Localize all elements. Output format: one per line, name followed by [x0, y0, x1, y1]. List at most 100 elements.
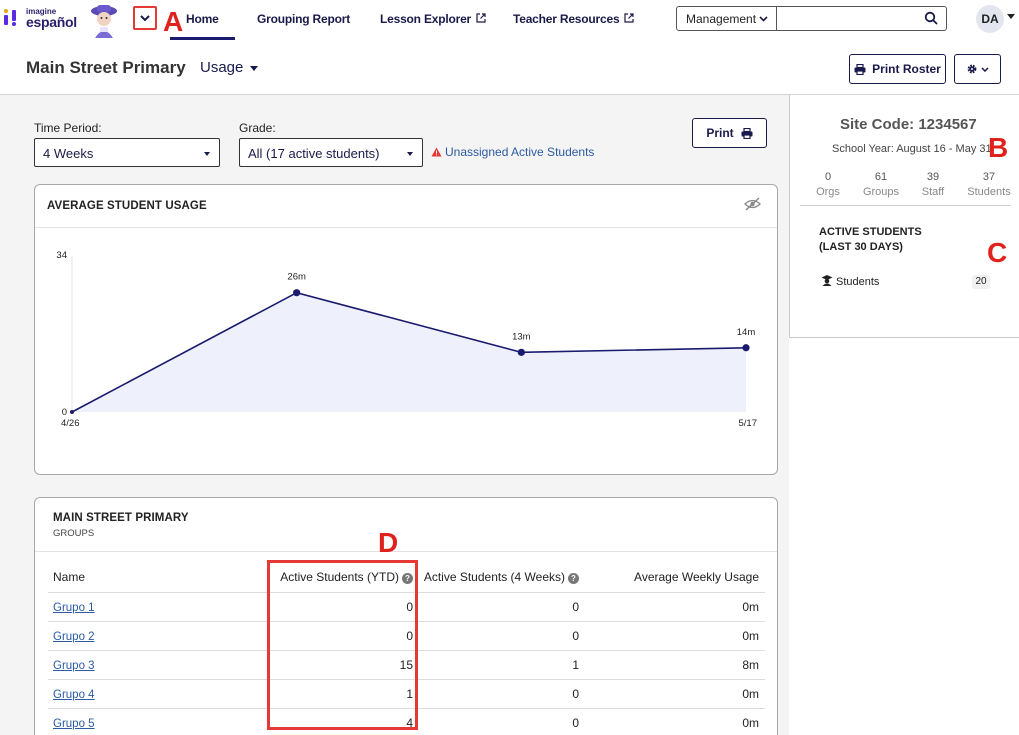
view-select[interactable]: Usage	[200, 59, 259, 76]
caret-down-icon	[407, 152, 413, 156]
nav-home[interactable]: Home	[186, 12, 219, 26]
page-title: Main Street Primary	[26, 58, 186, 77]
avg-usage-cell: 8m	[585, 650, 765, 680]
grade-value: All (17 active students)	[248, 146, 380, 161]
nav-teacher-resources[interactable]: Teacher Resources	[513, 12, 635, 26]
usage-card-title: AVERAGE STUDENT USAGE	[47, 200, 207, 212]
print-roster-button[interactable]: Print Roster	[849, 54, 946, 84]
nav-active-indicator	[170, 37, 235, 40]
group-link[interactable]: Grupo 1	[53, 602, 95, 614]
active-students-title: ACTIVE STUDENTS (LAST 30 DAYS)	[819, 226, 922, 253]
caret-down-icon	[250, 65, 259, 71]
four-weeks-cell: 0	[419, 708, 585, 735]
avg-usage-cell: 0m	[585, 708, 765, 735]
printer-icon	[854, 63, 866, 75]
stat-staff: 39 Staff	[921, 171, 945, 198]
graduate-icon	[821, 275, 833, 286]
grade-label: Grade:	[239, 121, 276, 135]
hide-eye-icon[interactable]	[744, 197, 761, 211]
imagine-logo-icon[interactable]	[2, 8, 20, 26]
unassigned-students-link[interactable]: Unassigned Active Students	[431, 145, 594, 159]
user-avatar[interactable]: DA	[976, 5, 1004, 33]
gear-icon	[967, 64, 977, 74]
chart-point	[517, 348, 525, 356]
search-icon[interactable]	[924, 11, 938, 25]
printer-icon	[741, 127, 753, 139]
caret-down-icon	[204, 152, 210, 156]
chart-point	[742, 344, 750, 352]
chart-y-tick-label: 0	[62, 407, 67, 418]
chart-y-tick-label: 34	[56, 250, 67, 261]
help-icon[interactable]: ?	[568, 573, 579, 585]
print-roster-label: Print Roster	[872, 62, 941, 76]
chevron-down-icon	[140, 14, 150, 21]
unassigned-students-label: Unassigned Active Students	[445, 145, 595, 159]
stat-students: 37 Students	[967, 171, 1011, 198]
top-nav: imagine español A Home Grouping Report L…	[0, 0, 1019, 40]
chart-point	[293, 289, 301, 297]
management-label: Management	[686, 12, 757, 26]
marker-b: B	[988, 132, 1009, 163]
groups-card-divider	[35, 551, 777, 552]
four-weeks-cell: 0	[419, 592, 585, 622]
avg-usage-cell: 0m	[585, 621, 765, 651]
groups-card-subtitle: GROUPS	[53, 528, 95, 539]
nav-lesson-explorer[interactable]: Lesson Explorer	[380, 12, 486, 26]
avg-usage-cell: 0m	[585, 592, 765, 622]
print-label: Print	[706, 126, 734, 140]
brand-main-text: español	[26, 14, 77, 30]
avg-usage-cell: 0m	[585, 679, 765, 709]
group-link[interactable]: Grupo 2	[53, 631, 95, 643]
stats-divider	[800, 205, 1011, 206]
mascot-icon	[91, 5, 117, 38]
view-select-label: Usage	[200, 59, 244, 76]
time-period-label: Time Period:	[34, 121, 102, 135]
nav-lesson-explorer-label: Lesson Explorer	[380, 12, 472, 26]
avatar-caret-icon[interactable]	[1007, 14, 1015, 19]
highlight-box-d	[267, 560, 418, 730]
school-year: School Year: August 16 - May 31	[832, 143, 992, 155]
search-box	[776, 6, 947, 31]
site-code: Site Code: 1234567	[840, 116, 977, 133]
chart-data-label: 13m	[512, 331, 531, 342]
grade-select[interactable]: All (17 active students)	[239, 138, 423, 167]
warning-icon	[431, 147, 442, 157]
marker-d: D	[378, 527, 399, 558]
group-link[interactable]: Grupo 4	[53, 689, 95, 701]
time-period-select[interactable]: 4 Weeks	[34, 138, 220, 167]
marker-c: C	[987, 237, 1008, 268]
stat-groups: 61 Groups	[862, 171, 900, 198]
marker-a: A	[163, 6, 184, 37]
chart-area	[72, 292, 746, 412]
chart-point	[70, 410, 74, 414]
four-weeks-cell: 1	[419, 650, 585, 680]
stat-orgs: 0 Orgs	[816, 171, 840, 198]
time-period-value: 4 Weeks	[43, 146, 94, 161]
four-weeks-cell: 0	[419, 679, 585, 709]
external-link-icon	[476, 13, 486, 23]
group-link[interactable]: Grupo 5	[53, 718, 95, 730]
chart-x-tick-label: 4/26	[61, 418, 80, 429]
search-input[interactable]	[777, 7, 917, 29]
nav-teacher-resources-label: Teacher Resources	[513, 12, 620, 26]
nav-grouping-report[interactable]: Grouping Report	[257, 12, 350, 26]
chevron-down-icon	[759, 16, 768, 22]
chevron-down-icon	[981, 66, 989, 72]
col-avg-weekly-usage[interactable]: Average Weekly Usage	[585, 563, 765, 593]
app-switcher-dropdown[interactable]	[133, 6, 157, 30]
chart-data-label: 14m	[737, 327, 756, 338]
students-count-badge: 20	[972, 275, 990, 289]
four-weeks-cell: 0	[419, 621, 585, 651]
col-name[interactable]: Name	[48, 563, 262, 593]
group-link[interactable]: Grupo 3	[53, 660, 95, 672]
chart-data-label: 26m	[287, 272, 306, 283]
settings-menu-button[interactable]	[954, 54, 1001, 84]
usage-chart: 26m 13m 14m 0 34 4/26 5/17	[56, 250, 758, 429]
groups-card-title: MAIN STREET PRIMARY	[53, 512, 189, 524]
col-active-4-weeks[interactable]: Active Students (4 Weeks)?	[419, 563, 585, 593]
active-students-row: Students	[821, 274, 879, 288]
print-button[interactable]: Print	[692, 118, 767, 148]
chart-x-tick-label: 5/17	[739, 418, 758, 429]
management-select[interactable]: Management	[676, 6, 777, 31]
students-label: Students	[836, 276, 880, 288]
